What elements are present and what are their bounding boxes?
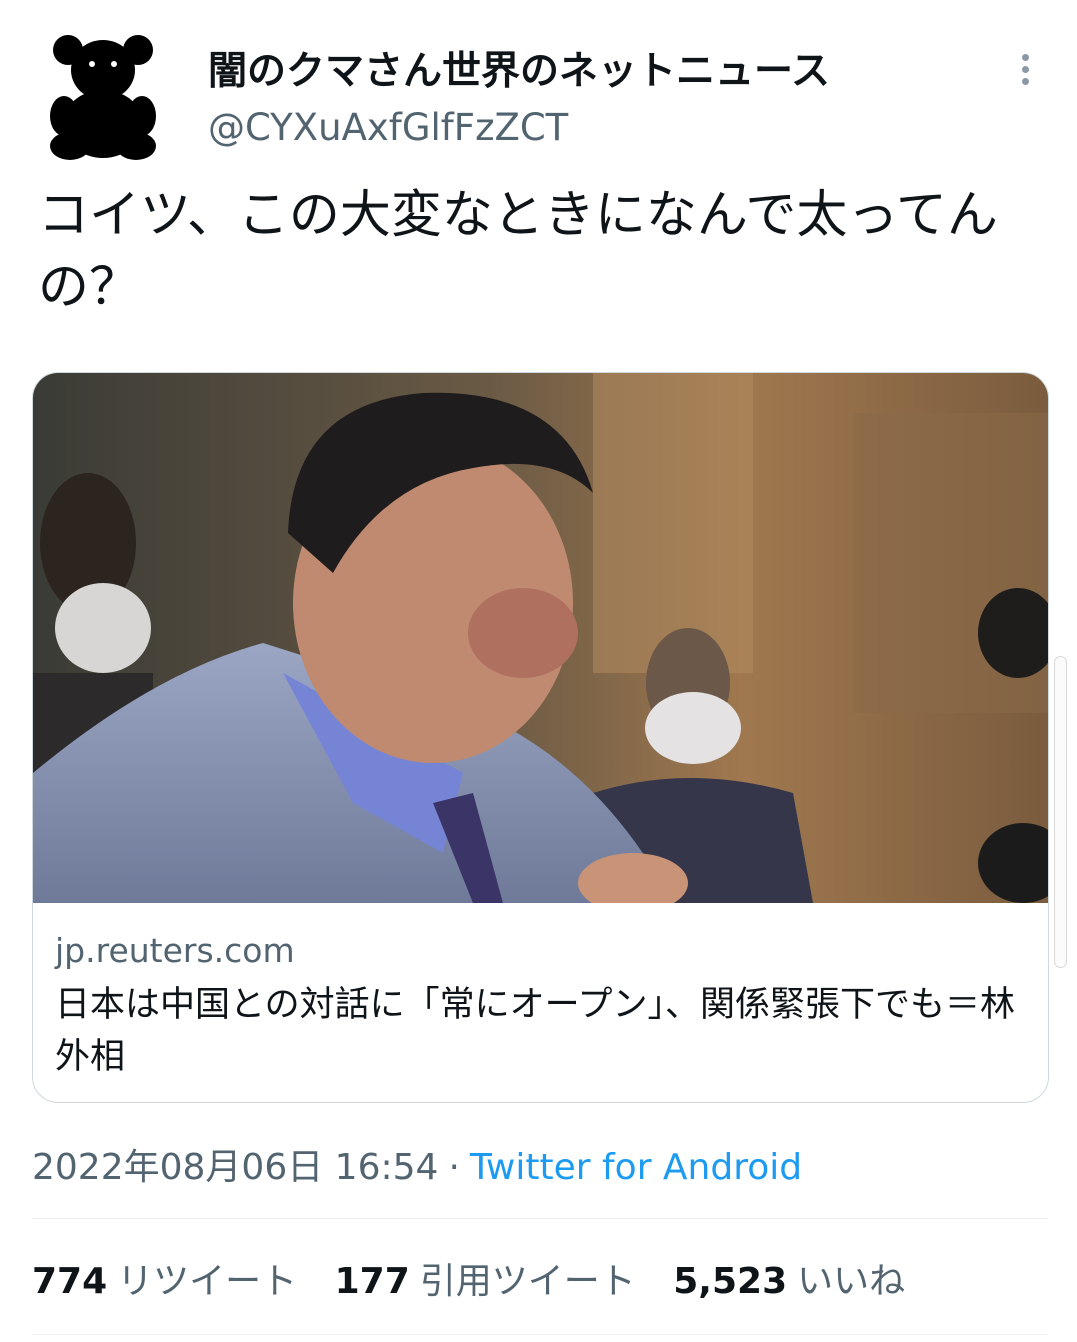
retweets-count: 774 xyxy=(32,1261,108,1302)
more-dot-icon xyxy=(1022,66,1029,73)
quotes-label: 引用ツイート xyxy=(419,1261,636,1302)
author-display-name[interactable]: 闇のクマさん世界のネットニュース xyxy=(208,40,830,96)
quotes-stat[interactable]: 177 引用ツイート xyxy=(335,1252,636,1304)
likes-stat[interactable]: 5,523 いいね xyxy=(673,1252,905,1304)
tweet-text: コイツ、この大変なときになんで太ってんの？ xyxy=(38,186,998,317)
tweet-meta: 2022年08月06日 16:54 · Twitter for Android xyxy=(32,1138,802,1190)
link-card[interactable]: jp.reuters.com 日本は中国との対話に「常にオープン」、関係緊張下で… xyxy=(32,372,1049,1103)
likes-label: いいね xyxy=(797,1261,906,1302)
card-title: 日本は中国との対話に「常にオープン」、関係緊張下でも＝林外相 xyxy=(55,985,1016,1077)
tweet-timestamp[interactable]: 2022年08月06日 16:54 xyxy=(32,1147,438,1188)
tweet-stats: 774 リツイート 177 引用ツイート 5,523 いいね xyxy=(32,1252,931,1304)
card-photo xyxy=(33,373,1048,903)
likes-count: 5,523 xyxy=(673,1261,788,1302)
divider xyxy=(32,1218,1048,1219)
avatar[interactable] xyxy=(44,34,162,160)
scrollbar-thumb[interactable] xyxy=(1054,656,1067,968)
retweets-stat[interactable]: 774 リツイート xyxy=(32,1252,297,1304)
more-options-button[interactable] xyxy=(1010,48,1042,90)
more-dot-icon xyxy=(1022,54,1029,61)
card-domain: jp.reuters.com xyxy=(55,931,295,970)
retweets-label: リツイート xyxy=(117,1261,298,1302)
meta-separator: · xyxy=(448,1147,460,1188)
quotes-count: 177 xyxy=(334,1261,410,1302)
more-dot-icon xyxy=(1022,78,1029,85)
divider xyxy=(32,1334,1048,1335)
author-handle[interactable]: @CYXuAxfGlfFzZCT xyxy=(208,106,568,149)
tweet-source-link[interactable]: Twitter for Android xyxy=(470,1147,802,1188)
bear-silhouette-icon xyxy=(50,35,156,160)
